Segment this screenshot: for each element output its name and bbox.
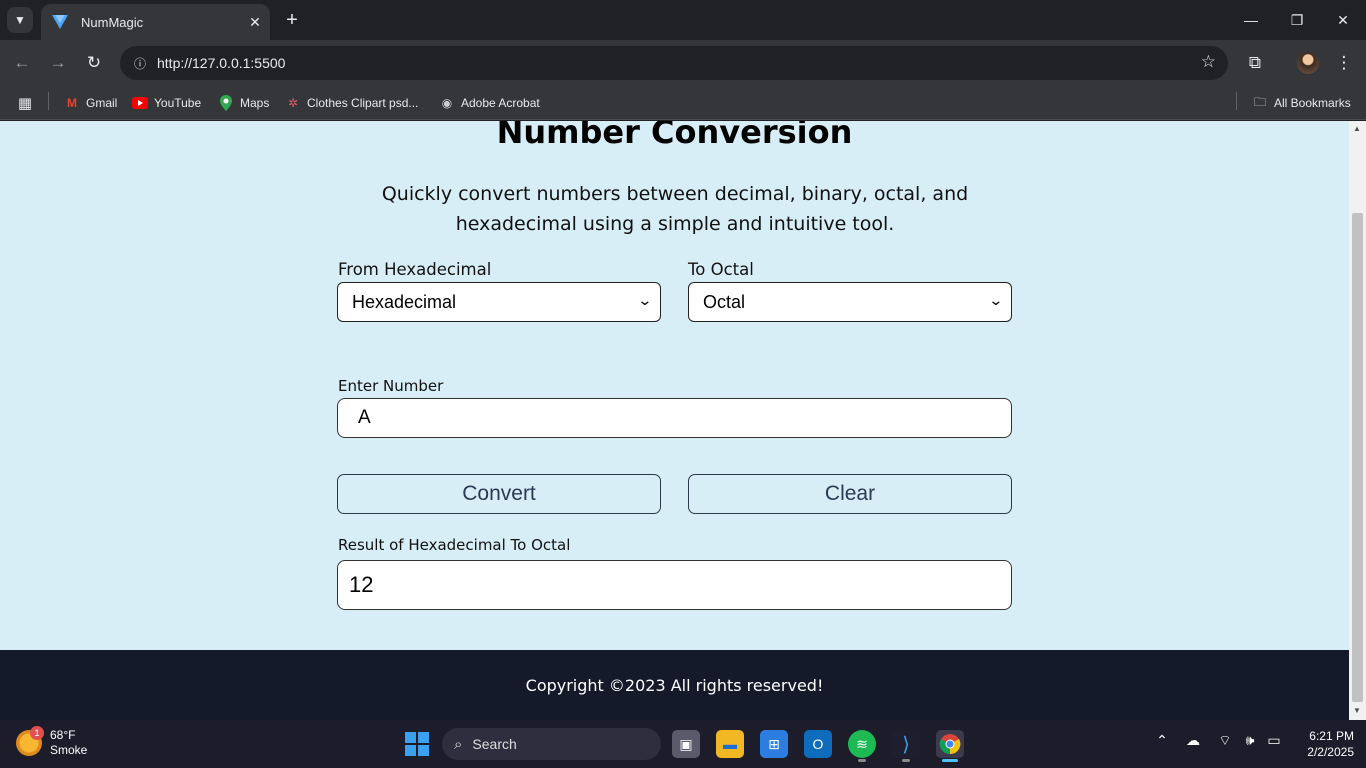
profile-avatar[interactable] (1297, 52, 1319, 74)
search-icon: ⌕ (454, 735, 463, 753)
result-output[interactable]: 12 (337, 560, 1012, 610)
new-tab-button[interactable]: + (280, 7, 304, 33)
browser-toolbar: ← → ↻ ⓘ http://127.0.0.1:5500 ☆ ⧉ ⋮ (0, 40, 1366, 86)
bookmark-label: Adobe Acrobat (461, 96, 540, 110)
youtube-icon (132, 95, 148, 111)
all-bookmarks-label: All Bookmarks (1274, 96, 1351, 110)
close-window-icon[interactable]: ✕ (1320, 0, 1366, 40)
spotify-running-indicator (858, 759, 866, 762)
weather-temp: 68°F (50, 728, 76, 742)
nummagic-favicon-icon (51, 13, 69, 31)
minimize-icon[interactable]: — (1228, 0, 1274, 40)
close-tab-icon[interactable]: ✕ (244, 11, 266, 33)
bookmark-label: Clothes Clipart psd... (307, 96, 419, 110)
windows-start-icon[interactable] (405, 732, 429, 756)
bookmark-label: YouTube (154, 96, 202, 110)
bookmarks-bar: ▦ M Gmail YouTube Maps ✲ Clothes Clipart… (0, 86, 1366, 120)
from-select-value: Hexadecimal (352, 291, 457, 312)
apps-icon[interactable]: ▦ (17, 92, 39, 114)
chevron-down-icon: ▼ (14, 13, 26, 27)
task-view-icon[interactable]: ▣ (672, 730, 700, 758)
bookmark-youtube[interactable]: YouTube (132, 92, 201, 114)
bookmark-star-icon[interactable]: ☆ (1201, 52, 1216, 72)
browser-tab-strip: ▼ NumMagic ✕ + — ❐ ✕ (0, 0, 1366, 40)
weather-desc: Smoke (50, 743, 88, 757)
back-icon[interactable]: ← (8, 49, 36, 77)
to-select[interactable]: Octal ⌄ (688, 282, 1012, 322)
result-label: Result of Hexadecimal To Octal (338, 536, 571, 554)
browser-tab[interactable]: NumMagic ✕ (41, 4, 270, 40)
onedrive-icon[interactable]: ☁ (1183, 732, 1203, 749)
to-select-value: Octal (703, 291, 746, 312)
vscode-icon[interactable]: ⟩ (892, 730, 920, 758)
maps-icon (218, 95, 234, 111)
bookmark-label: Maps (240, 96, 270, 110)
input-label: Enter Number (338, 377, 444, 395)
bookmark-gmail[interactable]: M Gmail (64, 92, 117, 114)
chevron-down-icon: ⌄ (988, 292, 1004, 308)
battery-icon[interactable]: ▭ (1264, 732, 1284, 749)
number-input[interactable]: A (337, 398, 1012, 438)
clear-button[interactable]: Clear (688, 474, 1012, 514)
page-scrollbar[interactable]: ▲ ▼ (1349, 121, 1366, 720)
bookmark-divider (48, 92, 49, 110)
outlook-icon[interactable]: O (804, 730, 832, 758)
menu-icon[interactable]: ⋮ (1330, 49, 1358, 77)
chrome-active-indicator (942, 759, 958, 762)
notification-badge: 1 (30, 726, 44, 740)
wifi-icon[interactable]: ⌔ (1215, 732, 1235, 750)
address-bar[interactable]: ⓘ http://127.0.0.1:5500 ☆ (120, 46, 1228, 80)
bookmark-clothes-clipart[interactable]: ✲ Clothes Clipart psd... (285, 92, 418, 114)
microsoft-store-icon[interactable]: ⊞ (760, 730, 788, 758)
taskbar-clock[interactable]: 6:21 PM 2/2/2025 (1294, 728, 1354, 760)
address-url: http://127.0.0.1:5500 (157, 55, 286, 71)
adobe-acrobat-icon: ◉ (441, 96, 453, 110)
bookmark-adobe-acrobat[interactable]: ◉ Adobe Acrobat (439, 92, 540, 114)
bookmark-label: Gmail (86, 96, 118, 110)
page-description: Quickly convert numbers between decimal,… (381, 183, 969, 235)
scroll-down-icon[interactable]: ▼ (1353, 706, 1361, 715)
bookmark-divider (1236, 92, 1237, 110)
extensions-icon[interactable]: ⧉ (1241, 49, 1269, 77)
file-explorer-icon[interactable]: ▬ (716, 730, 744, 758)
taskbar-search[interactable]: ⌕ Search (442, 728, 661, 760)
chrome-icon[interactable] (936, 730, 964, 758)
weather-widget[interactable]: 1 68°F Smoke (16, 726, 88, 758)
spotify-icon[interactable]: ≋ (848, 730, 876, 758)
volume-icon[interactable]: 🕪 (1240, 732, 1260, 749)
tab-title: NumMagic (81, 14, 144, 30)
all-bookmarks[interactable]: 🗀 All Bookmarks (1252, 92, 1351, 114)
scroll-up-icon[interactable]: ▲ (1353, 124, 1361, 133)
convert-button[interactable]: Convert (337, 474, 661, 514)
copyright-text: Copyright ©2023 All rights reserved! (525, 675, 824, 695)
gmail-icon: M (67, 96, 77, 110)
page-footer: Copyright ©2023 All rights reserved! (0, 650, 1349, 720)
chevron-up-icon[interactable]: ⌃ (1154, 732, 1170, 749)
chevron-down-icon: ⌄ (637, 292, 653, 308)
to-label: To Octal (688, 260, 754, 279)
vscode-running-indicator (902, 759, 910, 762)
page-title: Number Conversion (496, 121, 853, 151)
restore-icon[interactable]: ❐ (1274, 0, 1320, 40)
reload-icon[interactable]: ↻ (80, 49, 108, 77)
scrollbar-thumb[interactable] (1352, 213, 1363, 702)
bookmark-maps[interactable]: Maps (218, 92, 269, 114)
from-select[interactable]: Hexadecimal ⌄ (337, 282, 661, 322)
clock-date: 2/2/2025 (1307, 745, 1354, 759)
clock-time: 6:21 PM (1309, 729, 1354, 743)
clothes-clipart-icon: ✲ (287, 96, 299, 110)
site-info-icon[interactable]: ⓘ (128, 51, 152, 75)
taskbar-search-label: Search (472, 736, 517, 752)
from-label: From Hexadecimal (338, 260, 492, 279)
folder-icon: 🗀 (1253, 94, 1266, 109)
forward-icon[interactable]: → (44, 49, 72, 77)
weather-sun-icon: 1 (16, 726, 44, 756)
tab-search-button[interactable]: ▼ (7, 7, 33, 33)
page-body: Number Conversion Quickly convert number… (0, 121, 1349, 720)
